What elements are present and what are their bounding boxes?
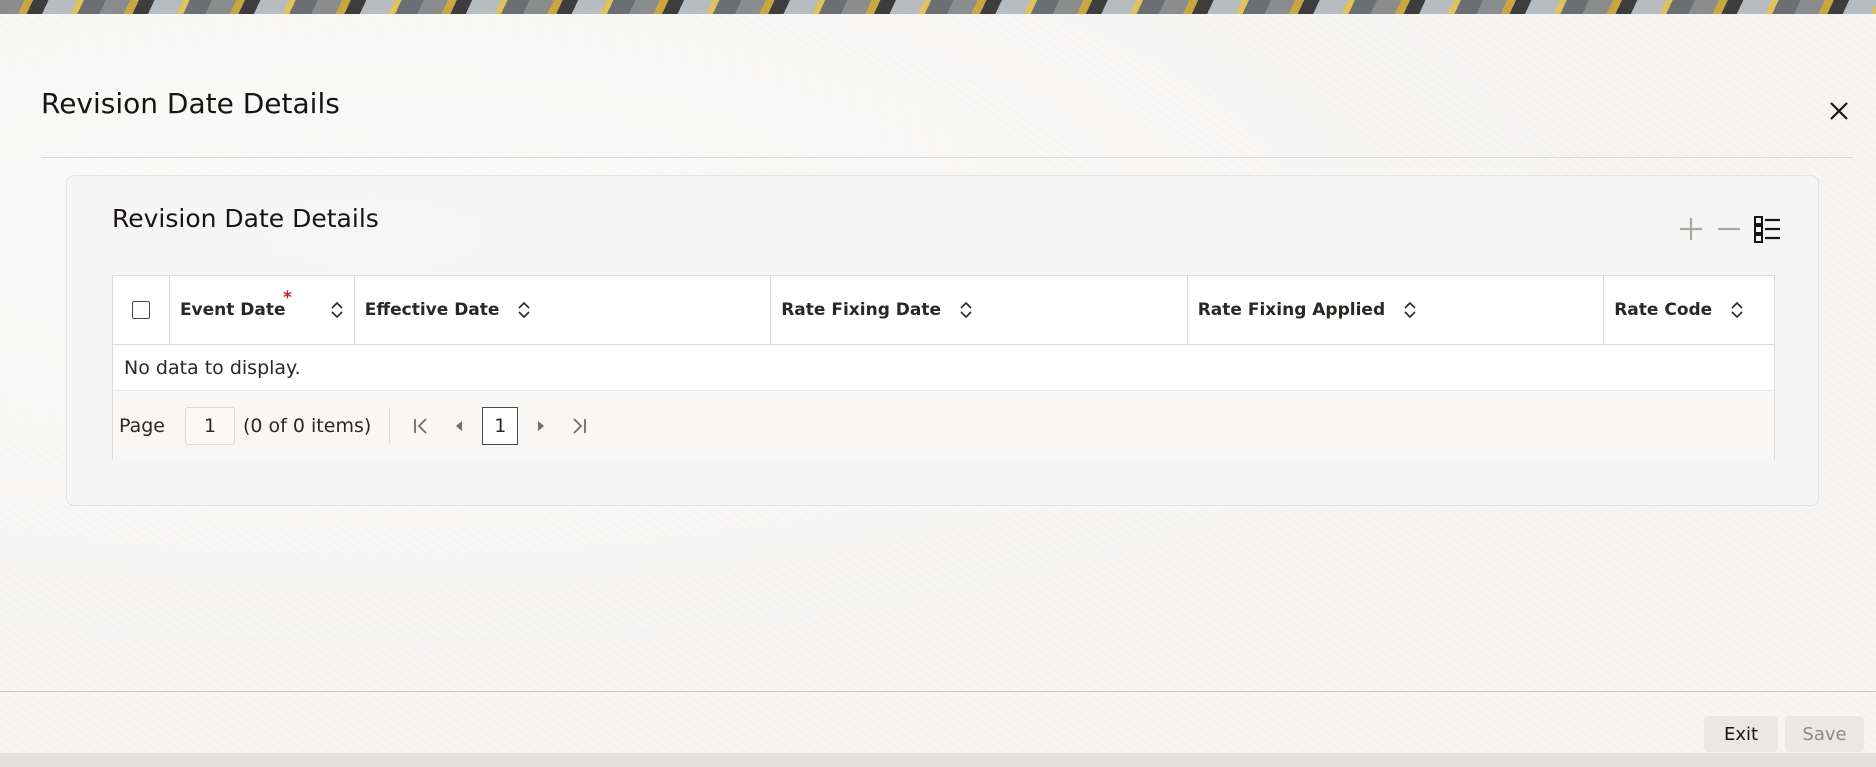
- column-header-event-date[interactable]: Event Date *: [170, 276, 355, 344]
- last-page-button[interactable]: [560, 407, 598, 445]
- header-divider: [41, 157, 1853, 158]
- column-label: Rate Code: [1614, 300, 1713, 320]
- single-record-view-button[interactable]: [1752, 214, 1782, 244]
- previous-page-button[interactable]: [440, 407, 478, 445]
- item-count: (0 of 0 items): [243, 414, 372, 437]
- last-page-icon: [573, 417, 587, 434]
- grid-toolbar: [1676, 214, 1782, 244]
- column-label: Rate Fixing Applied: [1197, 300, 1386, 320]
- add-row-button[interactable]: [1676, 214, 1706, 244]
- sort-icon[interactable]: [1730, 301, 1744, 319]
- sort-icon[interactable]: [1403, 301, 1417, 319]
- delete-row-button[interactable]: [1714, 214, 1744, 244]
- plus-icon: [1680, 218, 1702, 240]
- column-label: Rate Fixing Date: [781, 300, 942, 320]
- exit-button[interactable]: Exit: [1704, 716, 1778, 752]
- top-banner: [0, 0, 1876, 14]
- column-label: Event Date: [179, 300, 286, 320]
- list-view-icon: [1754, 216, 1780, 243]
- select-all-checkbox[interactable]: [131, 301, 150, 319]
- grid-header-row: Event Date * Effective Date Rate Fixing …: [113, 276, 1774, 345]
- column-header-rate-fixing-date[interactable]: Rate Fixing Date: [771, 276, 1188, 344]
- column-label: Effective Date: [364, 300, 500, 320]
- pagination-bar: Page (0 of 0 items) 1: [113, 391, 1774, 460]
- section-title: Revision Date Details: [112, 204, 379, 233]
- page-label: Page: [119, 414, 165, 437]
- column-header-rate-code[interactable]: Rate Code: [1604, 276, 1774, 344]
- close-icon: [1830, 102, 1848, 120]
- next-page-icon: [538, 420, 545, 431]
- current-page-indicator[interactable]: 1: [482, 406, 519, 445]
- close-button[interactable]: [1822, 94, 1856, 128]
- revision-date-grid: Event Date * Effective Date Rate Fixing …: [112, 275, 1775, 460]
- sort-icon[interactable]: [959, 301, 973, 319]
- column-header-rate-fixing-applied[interactable]: Rate Fixing Applied: [1188, 276, 1605, 344]
- select-all-cell: [113, 276, 170, 344]
- required-indicator: *: [282, 288, 292, 308]
- first-page-button[interactable]: [402, 407, 440, 445]
- column-header-effective-date[interactable]: Effective Date: [355, 276, 772, 344]
- page-number-input[interactable]: [185, 406, 235, 445]
- dialog-title: Revision Date Details: [41, 87, 340, 120]
- revision-date-section: Revision Date Details Event Date * Effec…: [66, 175, 1819, 506]
- revision-date-dialog: Revision Date Details Revision Date Deta…: [0, 14, 1876, 753]
- pager-divider: [389, 407, 391, 444]
- first-page-icon: [414, 417, 427, 434]
- minus-icon: [1718, 227, 1740, 231]
- footer-divider: [0, 691, 1876, 692]
- sort-icon[interactable]: [330, 301, 344, 319]
- next-page-button[interactable]: [522, 407, 560, 445]
- bottom-strip: [0, 753, 1876, 767]
- save-button[interactable]: Save: [1785, 716, 1864, 752]
- previous-page-icon: [456, 420, 463, 431]
- empty-message: No data to display.: [113, 345, 1774, 391]
- sort-icon[interactable]: [517, 301, 531, 319]
